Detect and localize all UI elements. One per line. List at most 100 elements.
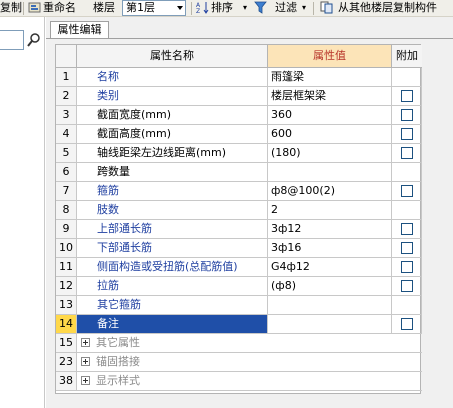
toolbar: 复制 重命名 楼层 第1层 A Z 排序 ▾ 过滤 ▾ 从其他楼层复制构件 (0, 0, 453, 17)
toolbar-divider (313, 2, 314, 15)
row-number: 23 (56, 353, 77, 372)
property-name[interactable]: 截面高度(mm) (77, 125, 268, 144)
table-row[interactable]: 13 其它箍筋 (56, 296, 422, 315)
group-row[interactable]: 15 其它属性 (56, 334, 422, 353)
floor-dropdown[interactable]: 第1层 (122, 0, 186, 16)
table-row[interactable]: 10 下部通长筋 3ф16 (56, 239, 422, 258)
expand-icon[interactable] (81, 376, 90, 385)
row-number: 12 (56, 277, 77, 296)
filter-button[interactable]: 过滤 (275, 0, 297, 16)
copy-from-floor-button[interactable]: 从其他楼层复制构件 (338, 0, 437, 16)
expand-icon[interactable] (81, 357, 90, 366)
append-checkbox[interactable] (401, 90, 413, 102)
append-checkbox[interactable] (401, 109, 413, 121)
property-name[interactable]: 跨数量 (77, 163, 268, 182)
property-value[interactable]: 360 (268, 106, 392, 125)
append-cell (392, 125, 422, 144)
property-name-header[interactable]: 属性名称 (77, 45, 268, 68)
append-header[interactable]: 附加 (392, 45, 422, 68)
property-grid: 属性名称 属性值 附加 1 名称 雨篷梁 2 类别 楼层框架梁 3 截面宽度(mm) 360 4 截… (55, 44, 422, 394)
table-row[interactable]: 14 备注 (56, 315, 422, 334)
property-value-header[interactable]: 属性值 (268, 45, 392, 68)
search-input[interactable] (0, 30, 24, 50)
property-value[interactable]: 600 (268, 125, 392, 144)
property-value[interactable]: G4ф12 (268, 258, 392, 277)
property-name[interactable]: 截面宽度(mm) (77, 106, 268, 125)
rename-button[interactable]: 重命名 (43, 0, 76, 16)
tab-property-edit[interactable]: 属性编辑 (50, 21, 109, 38)
append-checkbox[interactable] (401, 280, 413, 292)
group-label-text: 锚固搭接 (96, 355, 140, 368)
property-value[interactable]: 2 (268, 201, 392, 220)
append-checkbox[interactable] (401, 242, 413, 254)
property-name[interactable]: 侧面构造或受扭筋(总配筋值) (77, 258, 268, 277)
property-name[interactable]: 肢数 (77, 201, 268, 220)
group-label[interactable]: 锚固搭接 (77, 353, 422, 372)
append-checkbox[interactable] (401, 223, 413, 235)
append-checkbox[interactable] (401, 261, 413, 273)
property-value[interactable] (268, 163, 392, 182)
property-name[interactable]: 拉筋 (77, 277, 268, 296)
property-name[interactable]: 轴线距梁左边线距离(mm) (77, 144, 268, 163)
toolbar-divider (191, 2, 192, 15)
append-checkbox[interactable] (401, 318, 413, 330)
table-row[interactable]: 7 箍筋 ф8@100(2) (56, 182, 422, 201)
append-checkbox[interactable] (401, 185, 413, 197)
row-number: 10 (56, 239, 77, 258)
append-cell (392, 182, 422, 201)
property-name[interactable]: 上部通长筋 (77, 220, 268, 239)
property-value[interactable]: (ф8) (268, 277, 392, 296)
table-row[interactable]: 12 拉筋 (ф8) (56, 277, 422, 296)
group-label[interactable]: 其它属性 (77, 334, 422, 353)
property-name[interactable]: 类别 (77, 87, 268, 106)
group-row[interactable]: 23 锚固搭接 (56, 353, 422, 372)
table-row[interactable]: 3 截面宽度(mm) 360 (56, 106, 422, 125)
property-value[interactable] (268, 315, 392, 334)
row-number: 4 (56, 125, 77, 144)
property-value[interactable]: (180) (268, 144, 392, 163)
search-icon[interactable] (26, 31, 42, 49)
copy-floor-icon[interactable] (320, 1, 333, 14)
property-name[interactable]: 名称 (77, 68, 268, 87)
row-number: 5 (56, 144, 77, 163)
table-row[interactable]: 9 上部通长筋 3ф12 (56, 220, 422, 239)
group-row[interactable]: 38 显示样式 (56, 372, 422, 391)
table-row[interactable]: 8 肢数 2 (56, 201, 422, 220)
table-row[interactable]: 2 类别 楼层框架梁 (56, 87, 422, 106)
table-row[interactable]: 5 轴线距梁左边线距离(mm) (180) (56, 144, 422, 163)
append-cell (392, 163, 422, 182)
append-cell (392, 220, 422, 239)
sort-button[interactable]: 排序 (211, 0, 233, 16)
filter-icon[interactable] (254, 1, 267, 14)
property-value[interactable]: ф8@100(2) (268, 182, 392, 201)
append-checkbox[interactable] (401, 128, 413, 140)
expand-icon[interactable] (81, 338, 90, 347)
copy-button[interactable]: 复制 (0, 0, 22, 16)
table-row[interactable]: 11 侧面构造或受扭筋(总配筋值) G4ф12 (56, 258, 422, 277)
property-value[interactable]: 楼层框架梁 (268, 87, 392, 106)
property-value[interactable] (268, 296, 392, 315)
property-name[interactable]: 下部通长筋 (77, 239, 268, 258)
table-row[interactable]: 1 名称 雨篷梁 (56, 68, 422, 87)
chevron-down-icon (177, 6, 183, 10)
property-value[interactable]: 雨篷梁 (268, 68, 392, 87)
svg-text:Z: Z (196, 8, 200, 14)
table-row[interactable]: 4 截面高度(mm) 600 (56, 125, 422, 144)
group-label[interactable]: 显示样式 (77, 372, 422, 391)
property-value[interactable]: 3ф12 (268, 220, 392, 239)
row-number: 2 (56, 87, 77, 106)
left-panel (0, 17, 45, 408)
property-name[interactable]: 备注 (77, 315, 268, 334)
rename-icon[interactable] (28, 1, 41, 14)
property-name[interactable]: 箍筋 (77, 182, 268, 201)
table-row[interactable]: 6 跨数量 (56, 163, 422, 182)
row-number: 38 (56, 372, 77, 391)
append-cell (392, 201, 422, 220)
append-cell (392, 258, 422, 277)
filter-dropdown-arrow[interactable]: ▾ (302, 0, 306, 16)
property-name[interactable]: 其它箍筋 (77, 296, 268, 315)
sort-icon[interactable]: A Z (196, 1, 209, 14)
property-value[interactable]: 3ф16 (268, 239, 392, 258)
append-checkbox[interactable] (401, 147, 413, 159)
sort-dropdown-arrow[interactable]: ▾ (243, 0, 247, 16)
